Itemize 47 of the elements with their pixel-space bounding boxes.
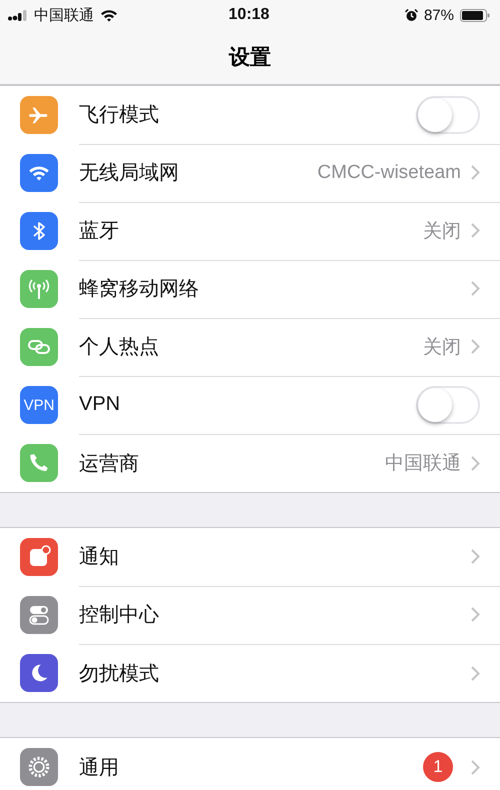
settings-row[interactable]: VPN VPN [0, 376, 500, 434]
settings-row[interactable]: 控制中心 [0, 586, 500, 644]
chevron-icon [471, 456, 480, 470]
settings-row[interactable]: 蜂窝移动网络 [0, 260, 500, 318]
wifi-icon [100, 8, 118, 22]
vpn-icon: VPN [20, 386, 58, 424]
toggle-switch[interactable] [416, 386, 480, 424]
row-label: 蓝牙 [79, 219, 120, 244]
chevron-icon [471, 165, 480, 180]
chevron-icon [471, 666, 480, 680]
settings-row[interactable]: 通知 [0, 528, 500, 586]
settings-row[interactable]: 勿扰模式 [0, 644, 500, 702]
row-value: 关闭 [423, 220, 461, 244]
settings-row[interactable]: 运营商 中国联通 [0, 434, 500, 492]
status-time: 10:18 [228, 6, 270, 24]
settings-row[interactable]: 个人热点 关闭 [0, 318, 500, 376]
row-label: 控制中心 [79, 603, 160, 628]
battery-icon [460, 8, 490, 22]
row-label: 运营商 [79, 452, 140, 476]
battery-percent: 87% [424, 6, 454, 24]
row-label: 通知 [79, 545, 120, 570]
toggle-switch[interactable] [416, 96, 480, 134]
chevron-icon [471, 281, 480, 296]
chevron-icon [471, 607, 480, 622]
row-value: 中国联通 [385, 452, 461, 476]
chevron-icon [471, 549, 480, 564]
carrier-name: 中国联通 [34, 6, 94, 24]
signal-icon [8, 10, 28, 20]
settings-row[interactable]: 无线局域网 CMCC-wiseteam [0, 144, 500, 202]
chevron-icon [471, 223, 480, 238]
row-label: 勿扰模式 [79, 662, 160, 686]
row-label: VPN [79, 393, 122, 416]
row-label: 个人热点 [79, 335, 160, 360]
row-label: 通用 [79, 756, 120, 780]
settings-row[interactable]: 通用 1 [0, 738, 500, 790]
count-badge: 1 [423, 752, 453, 782]
alarm-icon [404, 8, 418, 22]
settings-row[interactable]: 飞行模式 [0, 86, 500, 144]
settings-row[interactable]: 蓝牙 关闭 [0, 202, 500, 260]
row-value: CMCC-wiseteam [317, 162, 461, 184]
chevron-icon [471, 339, 480, 354]
row-label: 蜂窝移动网络 [79, 277, 200, 302]
row-value: 关闭 [423, 336, 461, 360]
page-title: 设置 [229, 45, 271, 71]
row-label: 无线局域网 [79, 161, 180, 186]
row-label: 飞行模式 [79, 103, 160, 128]
chevron-icon [471, 760, 480, 774]
